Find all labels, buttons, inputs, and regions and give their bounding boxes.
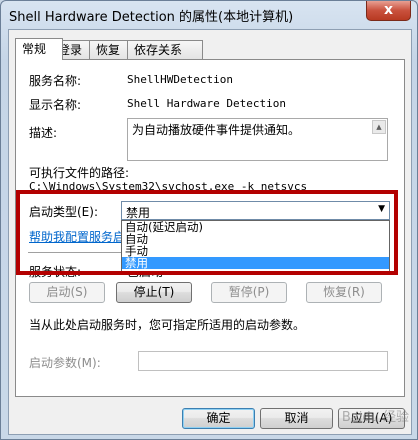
exe-path-label: 可执行文件的路径: xyxy=(29,166,130,180)
start-params-label: 启动参数(M): xyxy=(29,356,101,370)
startup-option-auto[interactable]: 自动 xyxy=(122,233,389,245)
tab-general[interactable]: 常规 xyxy=(15,38,63,60)
start-params-hint: 当从此处启动服务时，您可指定所适用的启动参数。 xyxy=(29,318,306,332)
start-params-input[interactable] xyxy=(138,351,388,371)
description-text: 为自动播放硬件事件提供通知。 xyxy=(132,123,301,137)
startup-type-select[interactable]: 禁用 ▼ xyxy=(121,201,390,220)
stop-button[interactable]: 停止(T) xyxy=(116,282,192,303)
close-button[interactable]: x xyxy=(366,1,411,21)
scroll-up-icon[interactable]: ▲ xyxy=(372,120,386,134)
tab-dependencies[interactable]: 依存关系 xyxy=(127,40,203,59)
display-name-label: 显示名称: xyxy=(29,98,82,112)
startup-type-value: 禁用 xyxy=(126,206,151,220)
description-label: 描述: xyxy=(29,126,58,140)
startup-option-disabled[interactable]: 禁用 xyxy=(122,257,389,269)
chevron-down-icon[interactable]: ▼ xyxy=(378,204,385,214)
description-box[interactable]: 为自动播放硬件事件提供通知。 ▲ xyxy=(127,118,388,161)
pause-button[interactable]: 暂停(P) xyxy=(211,282,287,303)
display-name-value: Shell Hardware Detection xyxy=(127,97,286,110)
startup-type-label: 启动类型(E): xyxy=(29,205,98,219)
dialog-client: 常规 登录 恢复 依存关系 服务名称: ShellHWDetection 显示名… xyxy=(8,29,412,435)
window-title: Shell Hardware Detection 的属性(本地计算机) xyxy=(9,10,294,25)
start-button[interactable]: 启动(S) xyxy=(29,282,105,303)
startup-option-auto-delayed[interactable]: 自动(延迟启动) xyxy=(122,221,389,233)
help-configure-link[interactable]: 帮助我配置服务启 xyxy=(29,228,125,245)
service-status-label: 服务状态: xyxy=(29,265,82,279)
startup-type-dropdown: 自动(延迟启动) 自动 手动 禁用 xyxy=(121,220,390,273)
service-name-value: ShellHWDetection xyxy=(127,73,233,86)
startup-option-manual[interactable]: 手动 xyxy=(122,245,389,257)
title-bar[interactable]: Shell Hardware Detection 的属性(本地计算机) x xyxy=(1,1,417,27)
close-icon: x xyxy=(383,2,394,18)
cancel-button[interactable]: 取消 xyxy=(260,408,333,429)
resume-button[interactable]: 恢复(R) xyxy=(306,282,382,303)
exe-path-value: C:\Windows\System32\svchost.exe -k netsv… xyxy=(29,180,308,193)
service-name-label: 服务名称: xyxy=(29,74,82,88)
general-panel: 服务名称: ShellHWDetection 显示名称: Shell Hardw… xyxy=(15,59,405,397)
ok-button[interactable]: 确定 xyxy=(182,408,255,429)
watermark: Baidu 经验 xyxy=(341,410,409,425)
properties-window: Shell Hardware Detection 的属性(本地计算机) x 常规… xyxy=(0,0,418,440)
